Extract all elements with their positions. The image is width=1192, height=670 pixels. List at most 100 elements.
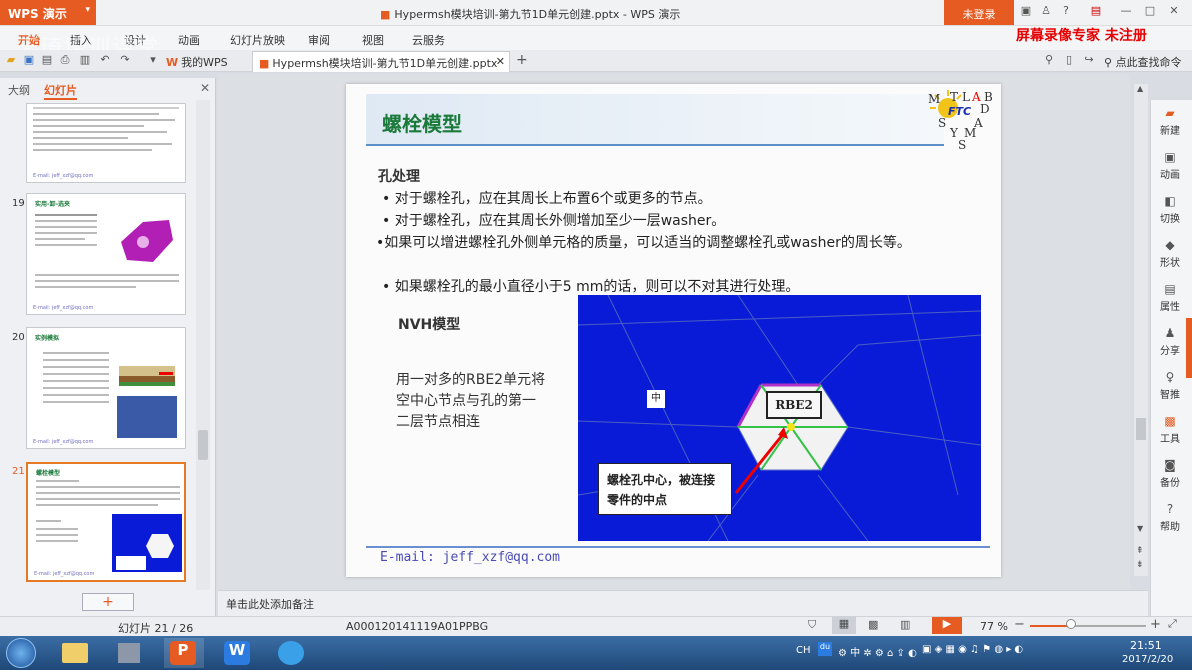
play-slideshow-icon[interactable]: ▶ — [932, 617, 962, 634]
help-icon: ? — [1166, 502, 1174, 516]
logo-letter: T — [950, 90, 959, 104]
cloud-icon — [278, 641, 304, 665]
slide-thumb-18[interactable]: E-mail: jeff_xzf@qq.com — [26, 103, 186, 183]
rb-backup[interactable]: ◙ 备份 — [1150, 458, 1190, 489]
canvas-scrollbar[interactable] — [1134, 84, 1148, 576]
canvas-scrollbar-thumb[interactable] — [1136, 418, 1146, 440]
slide-number: 19 — [12, 198, 25, 209]
doc-icon[interactable]: ▯ — [1062, 53, 1076, 67]
menu-slideshow[interactable]: 幻灯片放映 — [230, 32, 285, 48]
prev-slide-icon[interactable]: ▼ — [1137, 524, 1143, 533]
shirt-icon[interactable]: ♙ — [1038, 4, 1054, 20]
undo-icon[interactable]: ↶ — [98, 53, 112, 67]
normal-view-icon[interactable]: ▦ — [832, 617, 856, 634]
pptx-file-icon: ■ — [380, 8, 391, 21]
page-down-icon[interactable]: ⇟ — [1136, 560, 1144, 570]
rb-animation[interactable]: ▣ 动画 — [1150, 150, 1190, 181]
open-folder-icon[interactable]: ▰ — [4, 53, 18, 67]
dropdown-icon[interactable]: ▾ — [146, 53, 160, 67]
scrollbar-thumb[interactable] — [198, 430, 208, 460]
slide-title: 螺栓模型 — [382, 112, 462, 136]
menu-view[interactable]: 视图 — [362, 32, 384, 48]
tab-close-icon[interactable]: ✕ — [496, 55, 505, 68]
rb-backup-label: 备份 — [1160, 478, 1180, 489]
rb-share[interactable]: ♟ 分享 — [1150, 326, 1190, 357]
rb-transition[interactable]: ◧ 切换 — [1150, 194, 1190, 225]
zoom-slider-handle[interactable] — [1066, 619, 1076, 629]
page-up-icon[interactable]: ⇞ — [1136, 546, 1144, 556]
chevron-down-icon: ▾ — [85, 5, 90, 15]
login-button[interactable]: 未登录 — [944, 0, 1014, 25]
scroll-up-icon[interactable]: ▲ — [1137, 84, 1143, 93]
sorter-view-icon[interactable]: ▩ — [868, 618, 878, 631]
fit-window-icon[interactable]: ⤢ — [1168, 617, 1177, 631]
slide-thumb-20[interactable]: 实例模拟 E-mail: jeff_xzf@qq.com — [26, 327, 186, 449]
pin-icon[interactable]: ⚲ — [1042, 53, 1056, 67]
wps-app-button[interactable]: WPS 演示 ▾ — [0, 0, 96, 25]
new-icon: ▰ — [1165, 106, 1175, 120]
tab-mywps[interactable]: W 我的WPS — [160, 51, 234, 71]
logo-letter: L — [962, 90, 970, 104]
logo-letter: M — [928, 92, 941, 106]
zoom-in-icon[interactable]: + — [1150, 617, 1161, 632]
logo-letter: S — [958, 138, 967, 152]
zoom-out-icon[interactable]: − — [1014, 617, 1025, 632]
notes-placeholder[interactable]: 单击此处添加备注 — [226, 596, 314, 612]
wps-writer-app[interactable]: W — [218, 638, 258, 668]
minimize-icon[interactable]: — — [1118, 4, 1134, 20]
tab-outline[interactable]: 大纲 — [8, 82, 30, 98]
slide-thumb-19[interactable]: 实用-卸-选夹 E-mail: jeff_xzf@qq.com — [26, 193, 186, 315]
slide-thumb-21-selected[interactable]: 螺栓模型 E-mail: jeff_xzf@qq.com — [26, 462, 186, 582]
tab-document[interactable]: ■ Hypermsh模块培训-第九节1D单元创建.pptx ✕ — [252, 51, 510, 72]
help-icon[interactable]: ? — [1058, 4, 1074, 20]
skin-icon[interactable]: ▣ — [1018, 4, 1034, 20]
rb-smart[interactable]: ♀ 智推 — [1150, 370, 1190, 401]
panel-collapse-handle[interactable] — [1186, 318, 1192, 378]
slides-scrollbar[interactable] — [196, 100, 210, 590]
command-search[interactable]: ⚲ 点此查找命令 — [1104, 54, 1182, 70]
hypermesh-app[interactable] — [110, 638, 150, 668]
zoom-level[interactable]: 77 % — [980, 620, 1008, 633]
menu-cloud[interactable]: 云服务 — [412, 32, 445, 48]
start-button[interactable] — [6, 638, 36, 668]
add-slide-button[interactable]: + — [82, 593, 134, 611]
new-tab-icon[interactable]: + — [516, 52, 528, 68]
bolt-center-callout: 螺栓孔中心，被连接零件的中点 — [598, 463, 732, 515]
input-language[interactable]: CH — [796, 645, 811, 656]
preview-icon[interactable]: ▥ — [78, 53, 92, 67]
rb-properties[interactable]: ▤ 属性 — [1150, 282, 1190, 313]
panel-close-icon[interactable]: ✕ — [200, 81, 210, 95]
reading-view-icon[interactable]: ▥ — [900, 618, 910, 631]
rb-smart-label: 智推 — [1160, 390, 1180, 401]
record-icon[interactable]: ▤ — [1088, 4, 1104, 20]
system-tray-icons[interactable]: ▣ ◈ ▦ ◉ ♫ ⚑ ◍ ▸ ◐ — [922, 644, 1023, 655]
maximize-icon[interactable]: □ — [1142, 4, 1158, 20]
baidu-ime-icon[interactable]: du — [818, 642, 832, 656]
close-icon[interactable]: ✕ — [1166, 4, 1182, 20]
export-pdf-icon[interactable]: ▤ — [40, 53, 54, 67]
cloud-app[interactable] — [272, 638, 312, 668]
template-name: A000120141119A01PPBG — [346, 620, 489, 633]
rb-new[interactable]: ▰ 新建 — [1150, 106, 1190, 137]
menu-animation[interactable]: 动画 — [178, 32, 200, 48]
ime-tray-icons[interactable]: ⚙ 中 ✲ ⚙ ⌂ ⇪ ◐ — [838, 644, 917, 659]
share-arrow-icon[interactable]: ↪ — [1082, 53, 1096, 67]
thumb-footer: E-mail: jeff_xzf@qq.com — [33, 439, 94, 445]
tab-slides[interactable]: 幻灯片 — [44, 82, 77, 100]
rb-help[interactable]: ? 帮助 — [1150, 502, 1190, 533]
properties-icon: ▤ — [1164, 282, 1176, 296]
rb-shape[interactable]: ◆ 形状 — [1150, 238, 1190, 269]
explorer-app[interactable] — [56, 638, 96, 668]
rb-tools-label: 工具 — [1160, 434, 1180, 445]
protect-icon[interactable]: ⛉ — [808, 618, 816, 632]
save-icon[interactable]: ▣ — [22, 53, 36, 67]
tab-document-label: Hypermsh模块培训-第九节1D单元创建.pptx — [272, 57, 498, 70]
menu-review[interactable]: 审阅 — [308, 32, 330, 48]
print-icon[interactable]: ⎙ — [58, 53, 72, 67]
rb-tools[interactable]: ▩ 工具 — [1150, 414, 1190, 445]
slide-counter: 幻灯片 21 / 26 — [118, 622, 194, 635]
wps-presentation-app[interactable]: P — [164, 638, 204, 668]
rb-shape-label: 形状 — [1160, 258, 1180, 269]
redo-icon[interactable]: ↷ — [118, 53, 132, 67]
bullet-item: • 对于螺栓孔，应在其周长外侧增加至少一层washer。 — [382, 213, 726, 229]
